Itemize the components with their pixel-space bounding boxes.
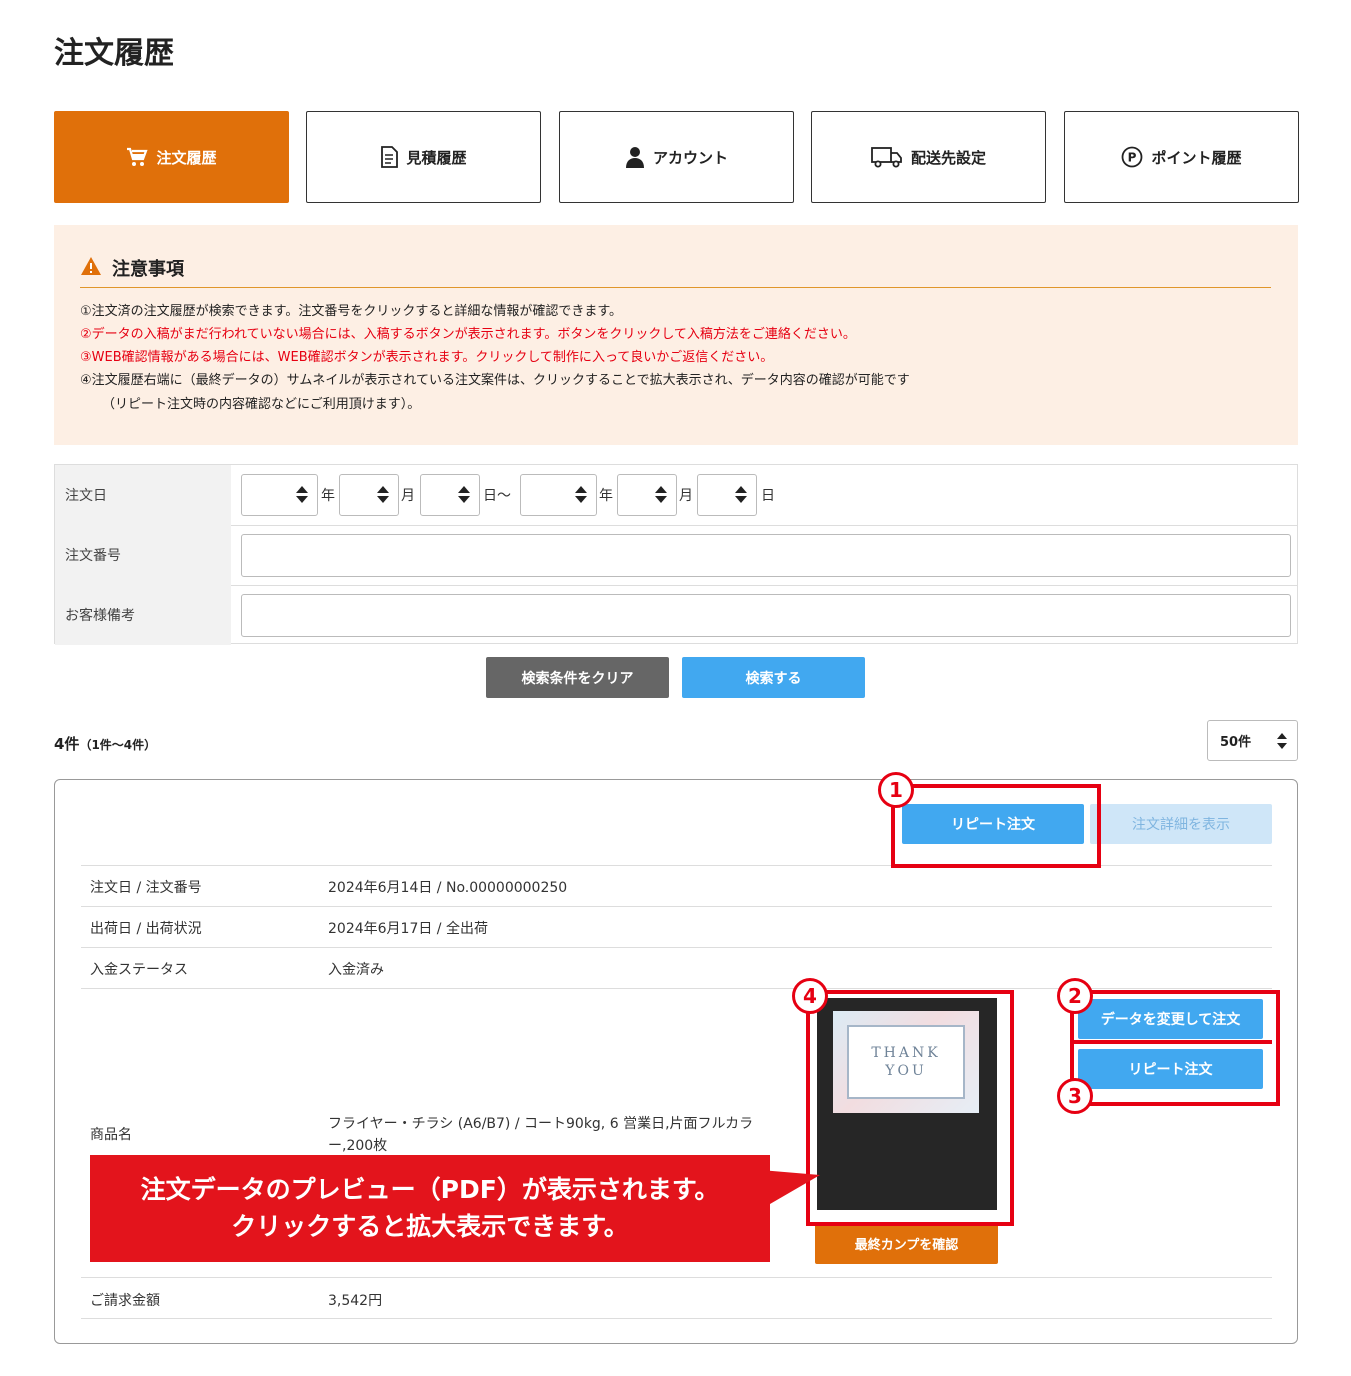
order-detail-button[interactable]: 注文詳細を表示: [1090, 804, 1272, 844]
clear-search-button[interactable]: 検索条件をクリア: [486, 657, 669, 698]
payment-status-label: 入金ステータス: [90, 962, 188, 978]
person-icon: [625, 146, 645, 168]
day-unit: 日: [761, 488, 775, 504]
annotation-number-2: 2: [1057, 978, 1093, 1014]
divider: [81, 906, 1272, 907]
divider: [81, 1318, 1272, 1319]
result-count-number: 4件: [54, 735, 80, 753]
preview-callout: 注文データのプレビュー（PDF）が表示されます。 クリックすると拡大表示できます…: [90, 1155, 770, 1262]
tab-label: 配送先設定: [910, 148, 986, 167]
tab-label: 見積履歴: [406, 148, 467, 167]
point-icon: P: [1121, 146, 1143, 168]
per-page-value: 50件: [1220, 735, 1252, 750]
ship-date-label: 出荷日 / 出荷状況: [90, 921, 202, 937]
notice-header: 注意事項: [80, 255, 184, 281]
date-row: 注文日 年 月 日〜 年 月 日: [55, 465, 1297, 526]
month-unit: 月: [679, 488, 693, 504]
product-name-value-1: フライヤー・チラシ (A6/B7) / コート90kg, 6 営業日,片面フルカ…: [328, 1116, 754, 1132]
tab-account[interactable]: アカウント: [559, 111, 794, 203]
annotation-number-3: 3: [1057, 1078, 1093, 1114]
order-number-row: 注文番号: [55, 525, 1297, 586]
customer-note-label: お客様備考: [55, 585, 231, 645]
from-month-select[interactable]: [339, 474, 399, 516]
tab-shipping-settings[interactable]: 配送先設定: [811, 111, 1046, 203]
notice-title: 注意事項: [112, 259, 184, 280]
annotation-number-4: 4: [792, 978, 828, 1014]
total-amount-label: ご請求金額: [90, 1293, 160, 1309]
result-range: （1件〜4件）: [79, 738, 157, 752]
product-name-value-2: ー,200枚: [328, 1138, 388, 1154]
to-day-select[interactable]: [697, 474, 757, 516]
search-button[interactable]: 検索する: [682, 657, 865, 698]
final-proof-button[interactable]: 最終カンプを確認: [815, 1222, 998, 1264]
product-name-label: 商品名: [90, 1127, 132, 1143]
callout-pointer: [760, 1170, 820, 1204]
from-year-select[interactable]: [241, 474, 318, 516]
tab-order-history[interactable]: 注文履歴: [54, 111, 289, 203]
callout-line-2: クリックすると拡大表示できます。: [231, 1212, 629, 1241]
month-unit: 月: [401, 488, 415, 504]
annotation-box-1: [891, 784, 1101, 868]
tab-label: ポイント履歴: [1151, 148, 1242, 167]
range-unit: 日〜: [483, 488, 511, 504]
order-date-label: 注文日 / 注文番号: [90, 880, 202, 896]
tab-quote-history[interactable]: 見積履歴: [306, 111, 541, 203]
page-title: 注文履歴: [54, 36, 174, 71]
tab-point-history[interactable]: P ポイント履歴: [1064, 111, 1299, 203]
payment-status-value: 入金済み: [328, 962, 384, 978]
sort-arrows-icon: [1276, 732, 1288, 754]
year-unit: 年: [321, 488, 335, 504]
notice-box: 注意事項 ①注文済の注文履歴が検索できます。注文番号をクリックすると詳細な情報が…: [54, 225, 1298, 445]
ship-date-value: 2024年6月17日 / 全出荷: [328, 921, 488, 937]
from-day-select[interactable]: [420, 474, 480, 516]
annotation-box-2-3: [1070, 990, 1280, 1106]
customer-note-row: お客様備考: [55, 585, 1297, 645]
search-form: 注文日 年 月 日〜 年 月 日 注文番号 お客様備考: [54, 464, 1298, 645]
notice-item-4-cont: （リピート注文時の内容確認などにご利用頂けます）。: [102, 397, 421, 412]
divider: [81, 947, 1272, 948]
year-unit: 年: [599, 488, 613, 504]
tab-label: 注文履歴: [156, 148, 217, 167]
truck-icon: [871, 146, 903, 168]
annotation-box-4: [806, 990, 1014, 1226]
customer-note-input[interactable]: [241, 594, 1291, 637]
notice-item-4: ④注文履歴右端に（最終データの）サムネイルが表示されている注文案件は、クリックす…: [80, 373, 910, 388]
notice-item-1: ①注文済の注文履歴が検索できます。注文番号をクリックすると詳細な情報が確認できま…: [80, 304, 623, 319]
order-date-value: 2024年6月14日 / No.00000000250: [328, 880, 568, 896]
svg-text:P: P: [1128, 151, 1137, 165]
order-number-label: 注文番号: [55, 525, 231, 585]
per-page-select[interactable]: 50件: [1207, 720, 1298, 761]
order-number-input[interactable]: [241, 534, 1291, 577]
annotation-number-1: 1: [878, 772, 914, 808]
date-label: 注文日: [55, 465, 231, 525]
warning-icon: [80, 256, 102, 281]
annotation-box-split: [1070, 1040, 1272, 1044]
result-count: 4件（1件〜4件）: [54, 733, 156, 754]
document-icon: [380, 146, 399, 168]
callout-line-1: 注文データのプレビュー（PDF）が表示されます。: [140, 1175, 720, 1204]
tab-label: アカウント: [652, 148, 728, 167]
notice-divider: [80, 287, 1271, 288]
cart-icon: [126, 147, 149, 167]
to-year-select[interactable]: [520, 474, 597, 516]
divider: [81, 988, 1272, 989]
notice-item-2: ②データの入稿がまだ行われていない場合には、入稿するボタンが表示されます。ボタン…: [80, 327, 856, 342]
divider: [81, 1277, 1272, 1278]
total-amount-value: 3,542円: [328, 1293, 383, 1309]
to-month-select[interactable]: [617, 474, 677, 516]
notice-item-3: ③WEB確認情報がある場合には、WEB確認ボタンが表示されます。クリックして制作…: [80, 350, 774, 365]
